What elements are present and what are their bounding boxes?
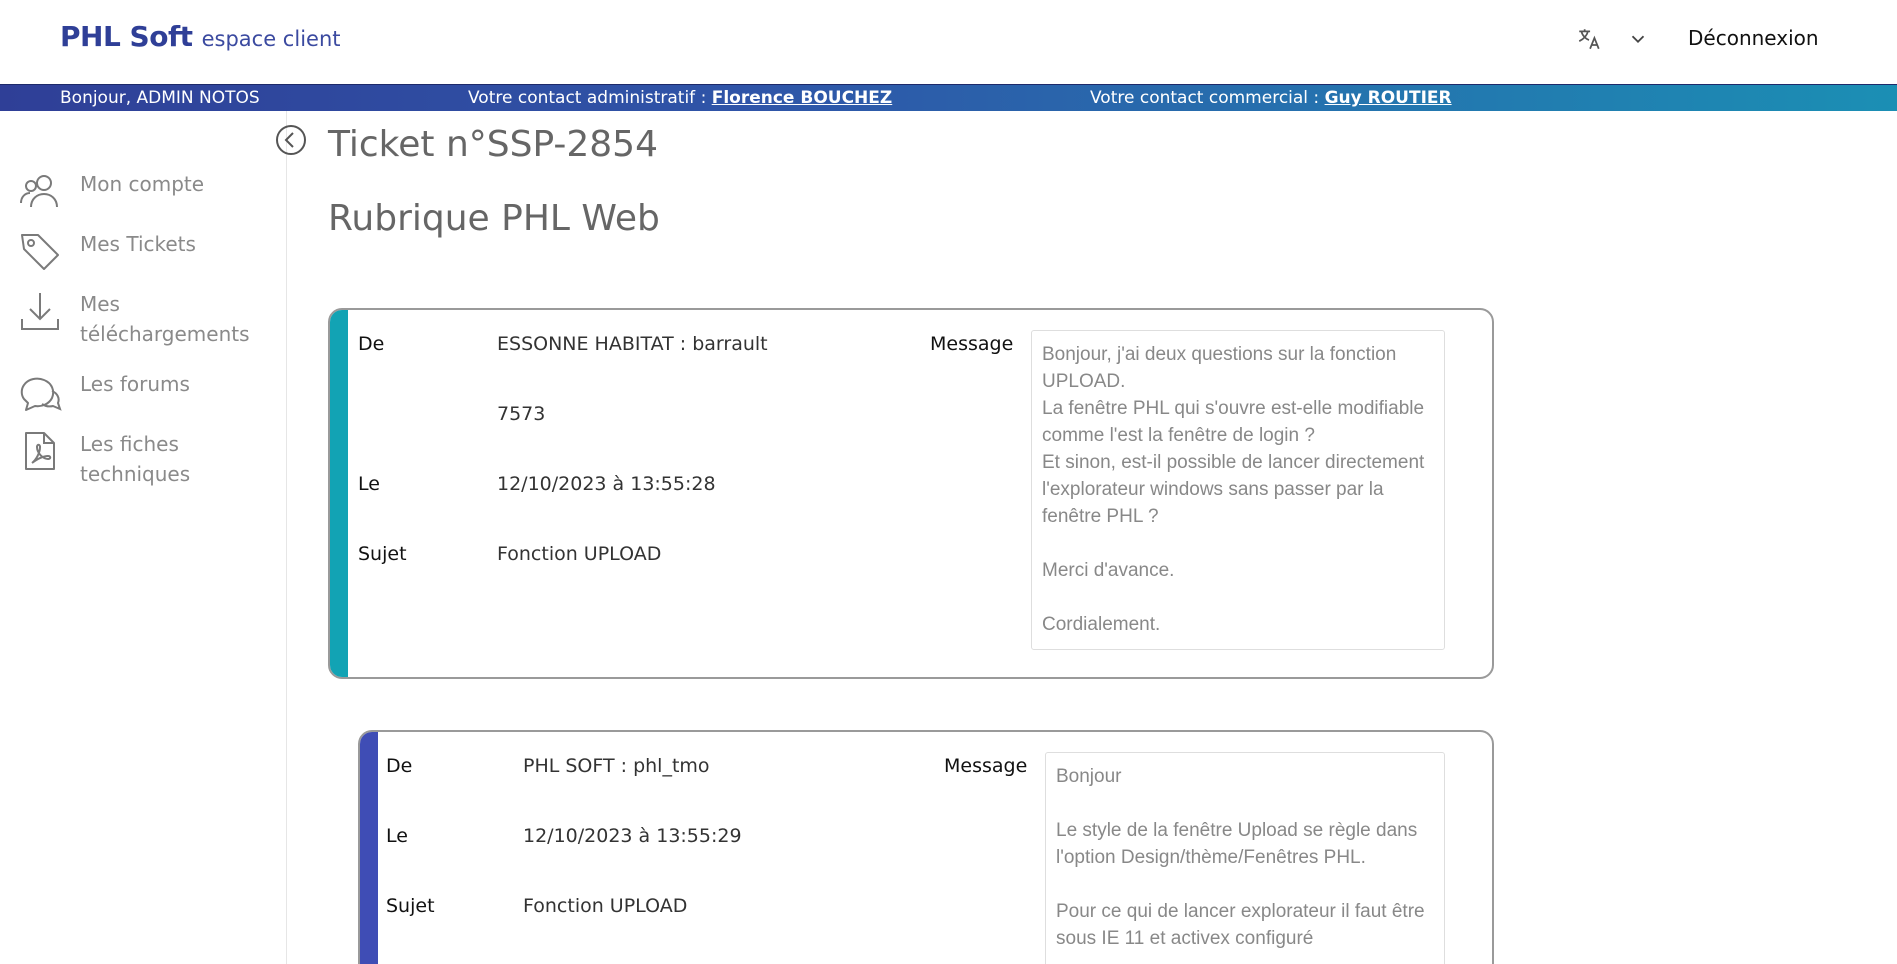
greeting-text: Bonjour, ADMIN NOTOS (60, 88, 260, 108)
message-body: Bonjour Le style de la fenêtre Upload se… (1045, 752, 1445, 964)
message-body: Bonjour, j'ai deux questions sur la fonc… (1031, 330, 1445, 650)
subject-value: Fonction UPLOAD (497, 543, 662, 565)
admin-contact-link[interactable]: Florence BOUCHEZ (712, 88, 893, 108)
message-label: Message (930, 333, 1014, 355)
brand-subtitle: espace client (201, 27, 341, 51)
page-title: Ticket n°SSP-2854 (328, 124, 658, 165)
contact-info-bar: Bonjour, ADMIN NOTOS Votre contact admin… (0, 84, 1897, 111)
from-label: De (358, 333, 385, 355)
admin-contact: Votre contact administratif : Florence B… (468, 88, 892, 108)
date-value: 12/10/2023 à 13:55:28 (497, 473, 716, 495)
commercial-contact: Votre contact commercial : Guy ROUTIER (1090, 88, 1452, 108)
date-value: 12/10/2023 à 13:55:29 (523, 825, 742, 847)
sidebar-item-les-fiches-techniques[interactable]: Les fiches techniques (18, 429, 270, 489)
sidebar-item-label: Les forums (80, 372, 190, 396)
from-label: De (386, 755, 413, 777)
sidebar-item-label: Mon compte (80, 172, 205, 196)
brand-name: PHL Soft (60, 20, 193, 53)
sidebar-item-les-forums[interactable]: Les forums (18, 369, 270, 413)
download-icon (21, 293, 59, 330)
sidebar: Mon compte Mes Tickets Mes téléchargemen… (0, 111, 287, 964)
pdf-file-icon (25, 432, 55, 470)
admin-contact-label: Votre contact administratif : (468, 88, 712, 108)
section-title: Rubrique PHL Web (328, 198, 660, 239)
card-stripe (330, 310, 348, 677)
message-card: De ESSONNE HABITAT : barrault 7573 Le 12… (328, 308, 1494, 679)
back-arrow-icon[interactable] (275, 124, 307, 156)
sidebar-item-mon-compte[interactable]: Mon compte (18, 169, 270, 213)
chat-icon (20, 377, 62, 411)
card-stripe (360, 732, 378, 964)
subject-value: Fonction UPLOAD (523, 895, 688, 917)
message-card: De PHL SOFT : phl_tmo Le 12/10/2023 à 13… (358, 730, 1494, 964)
sidebar-item-label: Les fiches techniques (80, 432, 191, 486)
date-label: Le (386, 825, 408, 847)
commercial-contact-link[interactable]: Guy ROUTIER (1325, 88, 1452, 108)
logout-button[interactable]: Déconnexion (1688, 26, 1819, 50)
chevron-down-icon[interactable] (1627, 28, 1649, 50)
sidebar-item-label: Mes Tickets (80, 232, 196, 256)
from-value: ESSONNE HABITAT : barrault (497, 333, 768, 355)
brand-logo[interactable]: PHL Soft espace client (60, 20, 341, 53)
subject-label: Sujet (386, 895, 435, 917)
tag-icon (21, 234, 59, 270)
from-value: PHL SOFT : phl_tmo (523, 755, 710, 777)
users-icon (20, 175, 58, 208)
translate-icon[interactable] (1576, 26, 1602, 52)
subject-label: Sujet (358, 543, 407, 565)
top-header: PHL Soft espace client Déconnexion (0, 0, 1897, 84)
sidebar-item-mes-telechargements[interactable]: Mes téléchargements (18, 289, 270, 349)
sidebar-item-mes-tickets[interactable]: Mes Tickets (18, 229, 270, 273)
commercial-contact-label: Votre contact commercial : (1090, 88, 1325, 108)
sidebar-item-label: Mes téléchargements (80, 292, 250, 346)
date-label: Le (358, 473, 380, 495)
message-label: Message (944, 755, 1028, 777)
sender-code-value: 7573 (497, 403, 546, 425)
